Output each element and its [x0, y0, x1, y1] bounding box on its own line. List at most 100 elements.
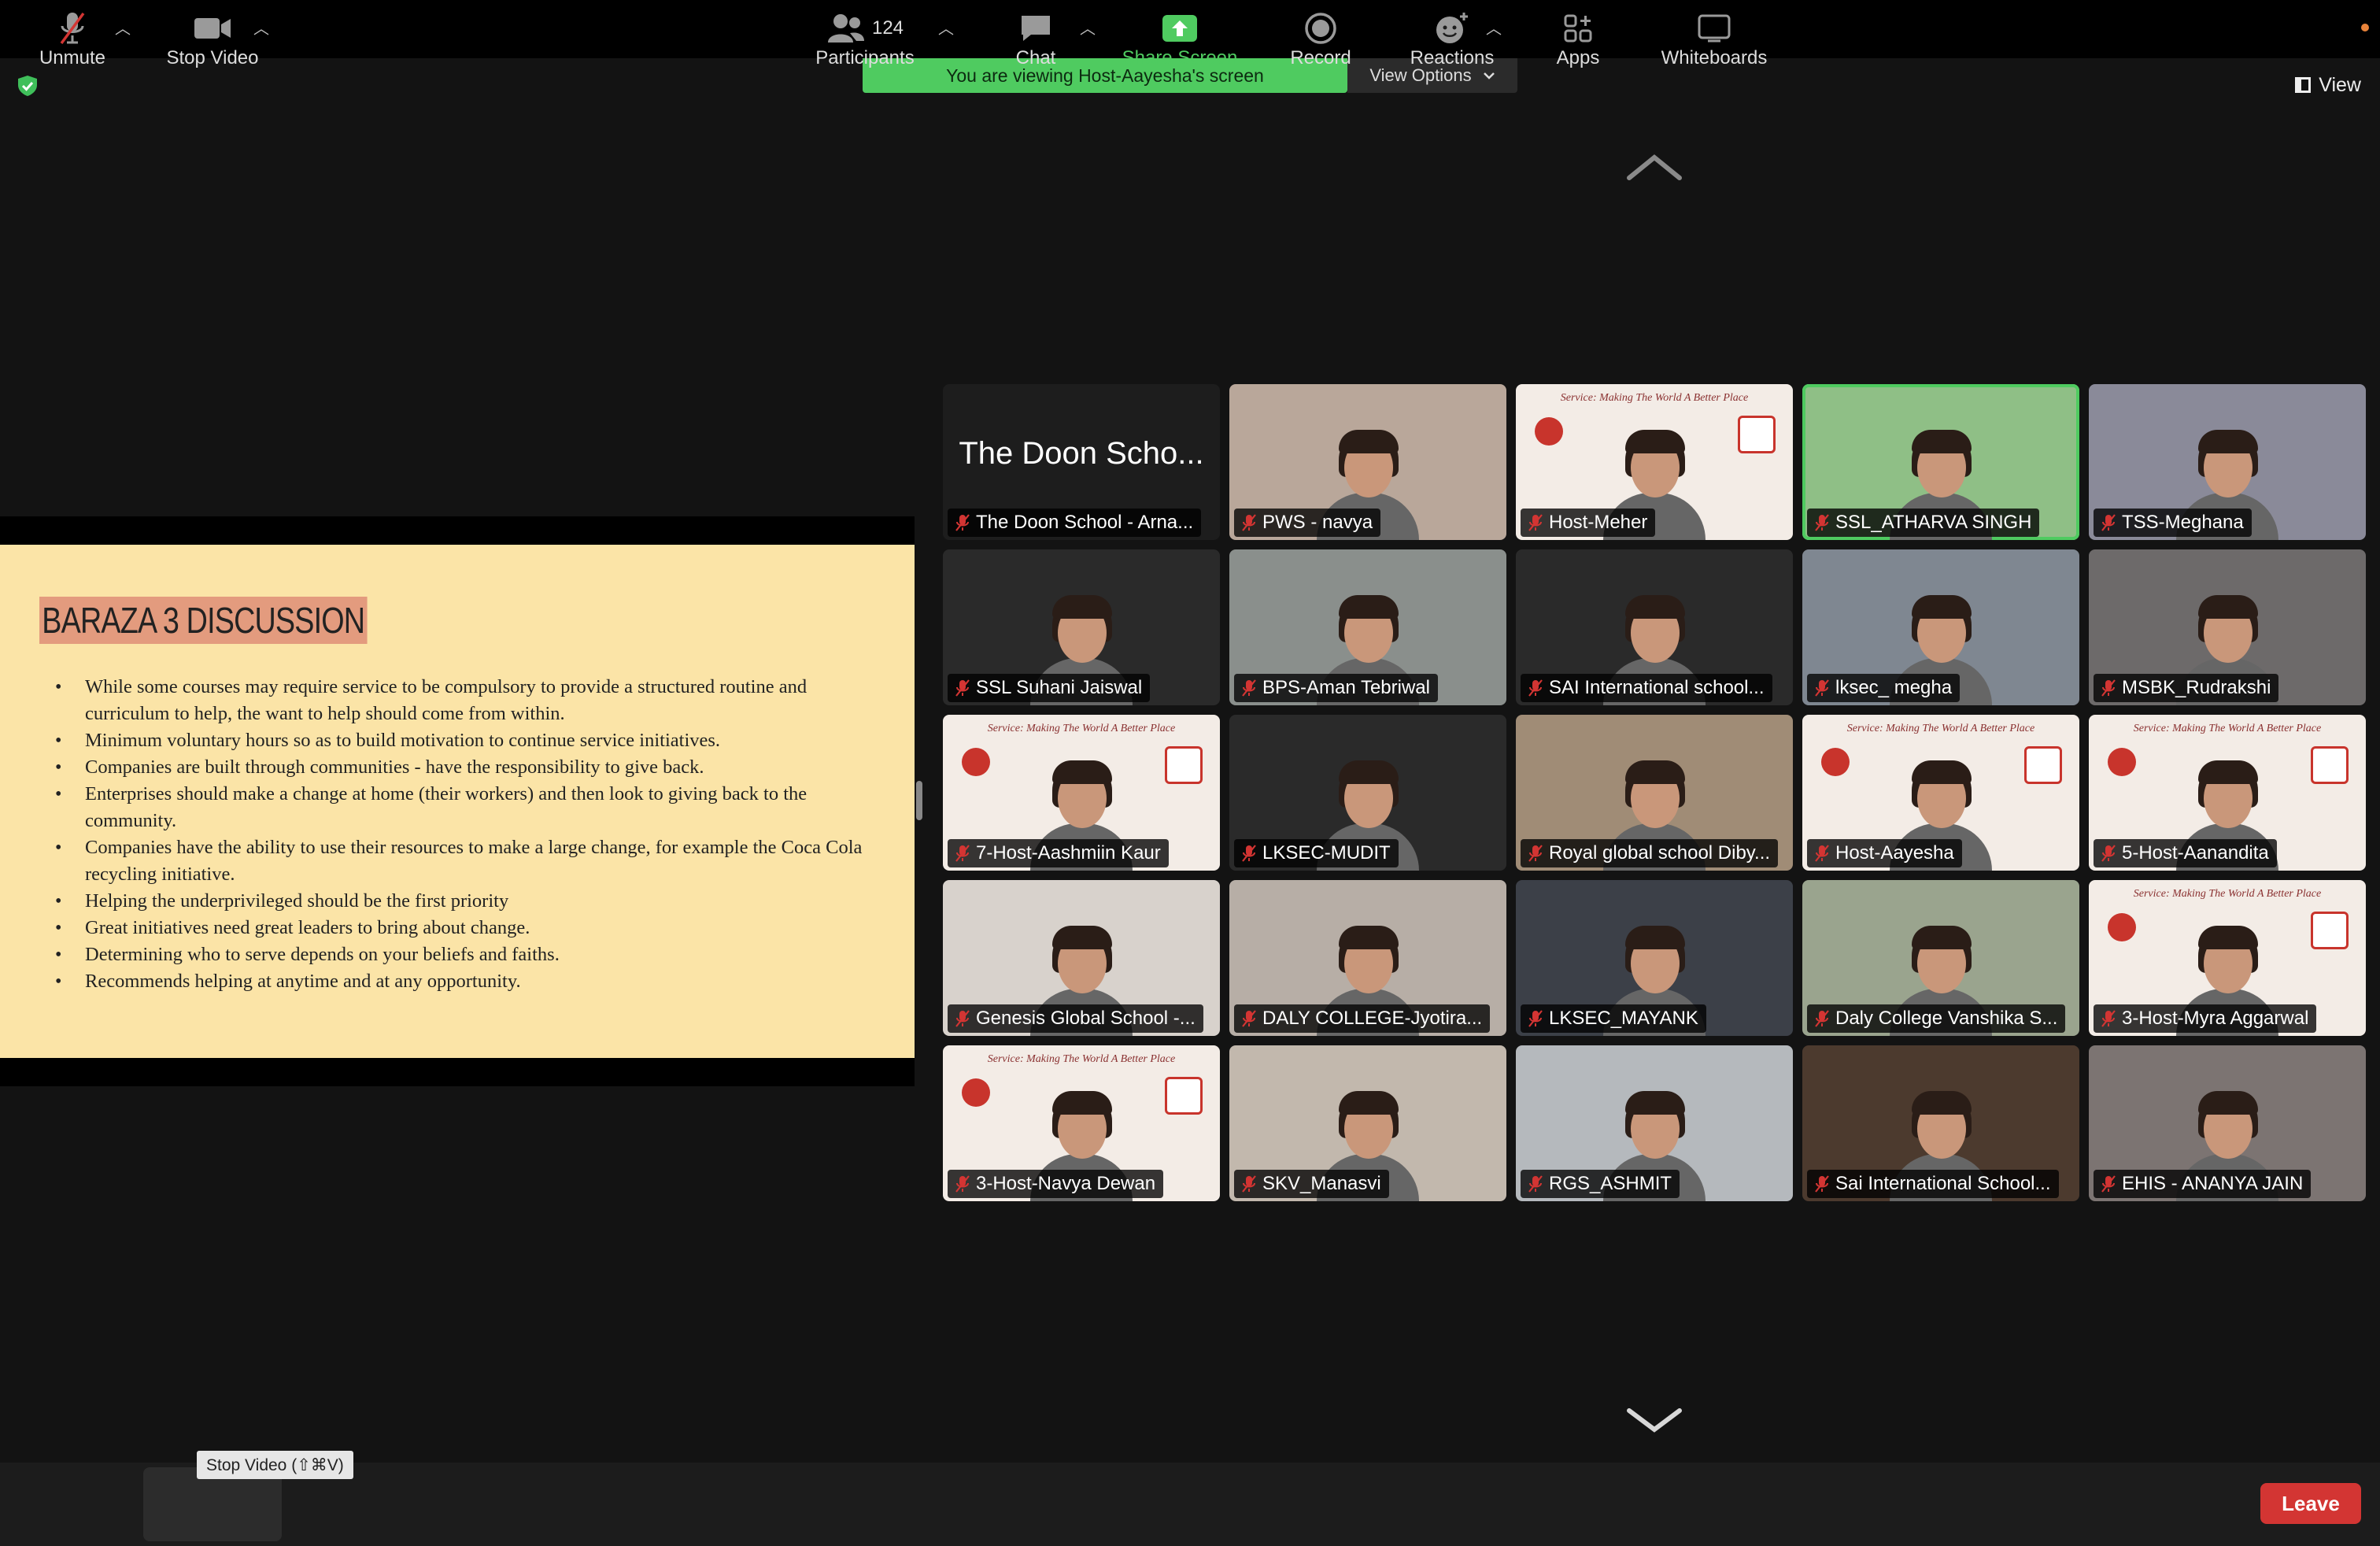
microphone-muted-icon [1242, 679, 1256, 697]
participant-name: PWS - navya [1262, 512, 1373, 533]
microphone-muted-icon [1242, 514, 1256, 531]
participant-tile[interactable]: LKSEC-MUDIT [1229, 715, 1506, 871]
participant-tile[interactable]: Service: Making The World A Better Place… [1516, 384, 1793, 540]
participant-tile[interactable]: Genesis Global School -... [943, 880, 1220, 1036]
stop-video-tooltip: Stop Video (⇧⌘V) [197, 1451, 353, 1479]
school-logo-icon [2108, 748, 2136, 776]
chat-options-caret[interactable]: ︿ [1080, 16, 1096, 39]
meeting-toolbar [0, 1463, 2380, 1546]
microphone-muted-icon [2101, 679, 2116, 697]
participant-tile[interactable]: EHIS - ANANYA JAIN [2089, 1045, 2366, 1201]
reactions-label: Reactions [1410, 47, 1495, 68]
microphone-muted-icon [2101, 514, 2116, 531]
school-crest-icon [2024, 746, 2062, 784]
video-gallery: The Doon Scho... The Doon School - Arna..… [943, 384, 2366, 1201]
microphone-muted-icon [1528, 845, 1543, 862]
participant-tile[interactable]: Service: Making The World A Better Place… [1802, 715, 2079, 871]
gallery-page-up-icon[interactable] [1626, 151, 1683, 183]
chat-button[interactable]: Chat [996, 9, 1075, 69]
participant-tile[interactable]: The Doon Scho... The Doon School - Arna..… [943, 384, 1220, 540]
microphone-muted-icon [1528, 1010, 1543, 1027]
participant-name: 3-Host-Navya Dewan [976, 1173, 1156, 1194]
microphone-muted-icon [1242, 845, 1256, 862]
participant-name-label: Daly College Vanshika S... [1807, 1004, 2066, 1033]
stop-video-label: Stop Video [166, 47, 259, 68]
participant-name: Sai International School... [1835, 1173, 2051, 1194]
participant-tile[interactable]: Royal global school Diby... [1516, 715, 1793, 871]
participant-name: The Doon School - Arna... [976, 512, 1194, 533]
participant-name: Daly College Vanshika S... [1835, 1008, 2058, 1029]
participant-name-label: BPS-Aman Tebriwal [1234, 674, 1438, 702]
video-options-caret[interactable]: ︿ [253, 16, 269, 39]
microphone-muted-icon [955, 679, 970, 697]
school-crest-icon [1165, 1077, 1203, 1115]
microphone-muted-icon [2101, 1010, 2116, 1027]
leave-button[interactable]: Leave [2260, 1483, 2361, 1524]
participant-name: SAI International school... [1549, 677, 1765, 698]
microphone-muted-icon [955, 1010, 970, 1027]
participant-tile[interactable]: RGS_ASHMIT [1516, 1045, 1793, 1201]
participants-options-caret[interactable]: ︿ [938, 16, 954, 39]
chevron-down-icon [1483, 72, 1495, 80]
slide-bullet: Enterprises should make a change at home… [55, 781, 866, 834]
participant-name: 3-Host-Myra Aggarwal [2122, 1008, 2309, 1029]
microphone-muted-icon [955, 845, 970, 862]
participant-name: Host-Meher [1549, 512, 1648, 533]
participant-tile[interactable]: TSS-Meghana [2089, 384, 2366, 540]
participant-tile[interactable]: MSBK_Rudrakshi [2089, 549, 2366, 705]
chat-icon [1022, 16, 1050, 41]
participant-tile[interactable]: SKV_Manasvi [1229, 1045, 1506, 1201]
slide-bullet: Recommends helping at anytime and at any… [55, 968, 866, 995]
participant-tile[interactable]: LKSEC_MAYANK [1516, 880, 1793, 1036]
participant-tile[interactable]: Service: Making The World A Better Place… [2089, 715, 2366, 871]
shield-check-icon[interactable] [16, 74, 39, 98]
tile-banner-text: Service: Making The World A Better Place [987, 1053, 1176, 1065]
participant-name-label: Genesis Global School -... [948, 1004, 1203, 1033]
participant-tile[interactable]: Service: Making The World A Better Place… [943, 715, 1220, 871]
participant-name-label: SSL_ATHARVA SINGH [1807, 509, 2040, 537]
participant-tile[interactable]: Service: Making The World A Better Place… [943, 1045, 1220, 1201]
gallery-page-down-icon[interactable] [1626, 1404, 1683, 1436]
apps-label: Apps [1556, 47, 1600, 68]
split-resize-handle[interactable] [916, 781, 922, 820]
participant-tile[interactable]: lksec_ megha [1802, 549, 2079, 705]
whiteboards-label: Whiteboards [1661, 47, 1768, 68]
participant-tile[interactable]: SSL Suhani Jaiswal [943, 549, 1220, 705]
slide: BARAZA 3 DISCUSSION While some courses m… [0, 545, 915, 1058]
view-label: View [2319, 73, 2361, 96]
participant-name-label: lksec_ megha [1807, 674, 1961, 702]
stop-video-button[interactable]: Stop Video [157, 9, 268, 69]
participant-tile[interactable]: SSL_ATHARVA SINGH [1802, 384, 2079, 540]
participant-tile[interactable]: SAI International school... [1516, 549, 1793, 705]
microphone-muted-icon [1815, 514, 1829, 531]
view-button[interactable]: View [2295, 71, 2361, 99]
participant-name-label: DALY COLLEGE-Jyotira... [1234, 1004, 1491, 1033]
whiteboards-button[interactable]: Whiteboards [1651, 9, 1777, 69]
school-crest-icon [2311, 912, 2349, 949]
participant-name-label: The Doon School - Arna... [948, 509, 1202, 537]
share-screen-label: Share Screen [1122, 47, 1238, 68]
apps-button[interactable]: Apps [1543, 9, 1613, 69]
reactions-options-caret[interactable]: ︿ [1486, 16, 1502, 39]
participant-tile[interactable]: Sai International School... [1802, 1045, 2079, 1201]
participant-tile[interactable]: DALY COLLEGE-Jyotira... [1229, 880, 1506, 1036]
microphone-muted-icon [1815, 679, 1829, 697]
chat-label: Chat [1015, 47, 1056, 68]
tile-banner-text: Service: Making The World A Better Place [1846, 723, 2035, 734]
participant-tile[interactable]: Daly College Vanshika S... [1802, 880, 2079, 1036]
microphone-muted-icon [1815, 845, 1829, 862]
participant-name: 7-Host-Aashmiin Kaur [976, 842, 1161, 864]
participant-tile[interactable]: PWS - navya [1229, 384, 1506, 540]
microphone-muted-icon [1815, 1010, 1829, 1027]
participant-name-label: 7-Host-Aashmiin Kaur [948, 839, 1169, 867]
unmute-button[interactable]: Unmute [31, 9, 113, 69]
participant-name-label: MSBK_Rudrakshi [2094, 674, 2279, 702]
microphone-muted-icon [60, 12, 85, 45]
audio-options-caret[interactable]: ︿ [115, 16, 131, 39]
tile-banner-text: Service: Making The World A Better Place [2133, 888, 2322, 900]
participants-button[interactable]: 124 Participants [806, 9, 924, 69]
record-button[interactable]: Record [1281, 9, 1360, 69]
participant-tile[interactable]: Service: Making The World A Better Place… [2089, 880, 2366, 1036]
share-screen-button[interactable]: Share Screen [1113, 9, 1247, 69]
participant-tile[interactable]: BPS-Aman Tebriwal [1229, 549, 1506, 705]
